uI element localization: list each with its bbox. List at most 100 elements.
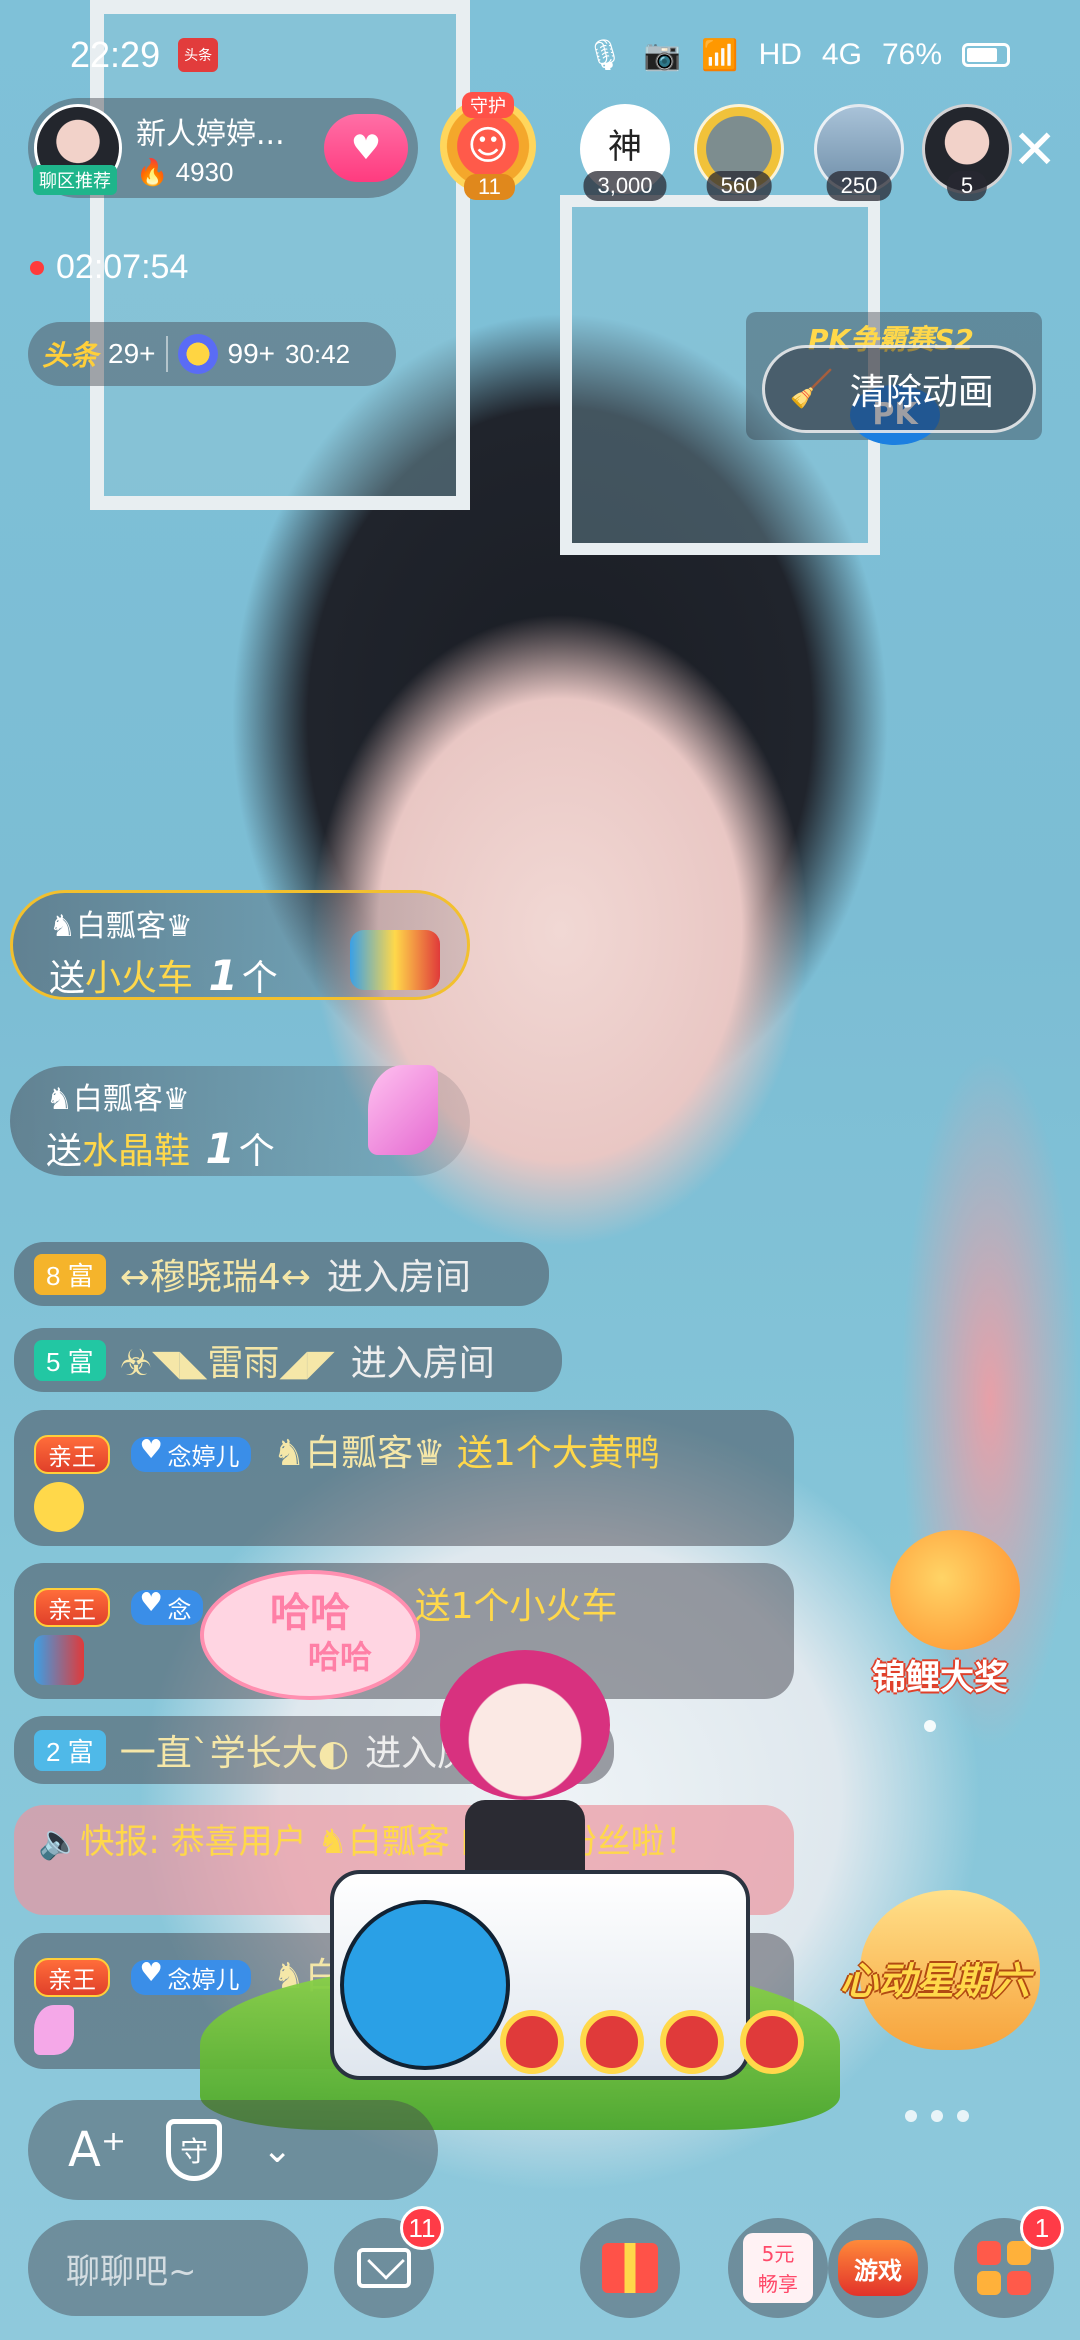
battery-percent: 76% — [881, 38, 942, 71]
app-notification-icon: 头条 — [178, 38, 219, 72]
koi-prize-label: 锦鲤大奖 — [872, 1658, 1008, 1698]
rank-stats-bar[interactable]: 头条 29+ 99+ 30:42 — [28, 322, 396, 386]
status-icons: 🎙 📷 📶 HD 4G 76% — [586, 38, 1010, 73]
signal-type: 4G — [821, 38, 862, 71]
five-yuan-button[interactable]: 5元 畅享 — [728, 2218, 828, 2318]
crystal-shoe-small-icon — [34, 2005, 74, 2055]
guard-count: 11 — [464, 174, 515, 200]
crystal-shoe-gift-icon — [348, 1065, 448, 1175]
star-time: 30:42 — [285, 338, 351, 369]
haha-bubble: 哈哈 哈哈 — [200, 1570, 420, 1700]
prince-badge: 亲王 — [34, 1958, 110, 1997]
gift-prefix: 送 — [49, 958, 86, 999]
gift-name: 水晶鞋 — [82, 1131, 191, 1172]
five-yuan-icon: 5元 畅享 — [743, 2233, 813, 2303]
gift-prefix: 送 — [46, 1131, 83, 1172]
guard-badge[interactable]: ☺ 守护 11 — [440, 92, 540, 200]
wealth-level-badge: 2 富 — [34, 1729, 106, 1771]
host-heat: 🔥 4930 — [136, 157, 285, 188]
toutiao-logo-icon: 头条 — [42, 340, 99, 371]
host-heat-value: 4930 — [175, 156, 234, 187]
host-name: 新人婷婷... — [136, 116, 285, 152]
rank-avatar-4[interactable]: 5 — [922, 104, 1012, 201]
mic-icon: 🎙 — [585, 38, 624, 72]
chat-nickname[interactable]: ↔穆晓瑞4↔ — [120, 1248, 311, 1300]
fan-badge: 念婷儿 — [131, 1958, 252, 1995]
gift-unit: 个 — [238, 1131, 275, 1172]
clear-animation-button[interactable]: 🧹 清除动画 — [762, 345, 1036, 433]
rank-avatar-2[interactable]: 560 — [694, 104, 784, 201]
gift-count: 1 — [205, 1124, 235, 1173]
rank-count-1: 3,000 — [583, 171, 667, 201]
gift-animation-wheels — [500, 2010, 804, 2074]
battery-icon — [962, 43, 1010, 67]
fan-badge: 念 — [131, 1588, 204, 1625]
live-room-screen: 22:29 头条 🎙 📷 📶 HD 4G 76% 聊区推荐 新人婷婷... 🔥 … — [0, 0, 1080, 2340]
live-dot-icon — [30, 260, 44, 275]
haha-text-2: 哈哈 — [307, 1638, 372, 1676]
yellow-duck-gift-icon — [34, 1482, 84, 1532]
rank-avatar-1[interactable]: 神 3,000 — [580, 104, 670, 201]
haha-text: 哈哈 — [270, 1590, 350, 1636]
gift-unit: 个 — [241, 958, 278, 999]
star-icon — [177, 334, 218, 374]
promo-pagination — [905, 2110, 969, 2122]
chat-enter-message[interactable]: 8 富 ↔穆晓瑞4↔ 进入房间 — [14, 1242, 549, 1306]
chat-row: 亲王 念婷儿 ♞白瓢客♛ 送1个大黄鸭 — [34, 1424, 660, 1476]
rank-avatar-3[interactable]: 250 — [814, 104, 904, 201]
follow-heart-button[interactable]: ♥ — [324, 114, 408, 182]
mail-button[interactable]: 11 — [334, 2206, 444, 2318]
game-button[interactable]: 游戏 — [828, 2218, 928, 2318]
guard-shield-icon[interactable]: 守 — [166, 2119, 223, 2181]
prince-badge: 亲王 — [34, 1435, 110, 1474]
status-time: 22:29 — [70, 34, 161, 75]
toutiao-rank: 29+ — [108, 338, 156, 369]
fire-icon: 🔥 — [136, 156, 169, 187]
rank-count-4: 5 — [946, 171, 988, 201]
chat-input[interactable]: 聊聊吧~ — [28, 2220, 308, 2316]
close-icon[interactable]: ✕ — [1012, 118, 1057, 181]
chat-enter-message[interactable]: 5 富 ☣◥◣雷雨◢◤ 进入房间 — [14, 1328, 562, 1392]
game-icon: 游戏 — [838, 2240, 918, 2296]
chat-gift-text: 送1个大黄鸭 — [456, 1433, 660, 1474]
chat-gift-message[interactable]: 亲王 念婷儿 ♞白瓢客♛ 送1个大黄鸭 — [14, 1410, 794, 1546]
gift-count: 1 — [208, 951, 238, 1000]
font-size-icon[interactable]: A⁺ — [68, 2122, 126, 2178]
gift-button[interactable] — [580, 2218, 680, 2318]
fan-badge: 念婷儿 — [131, 1435, 252, 1472]
wealth-level-badge: 8 富 — [34, 1253, 106, 1295]
more-apps-count-badge: 1 — [1020, 2206, 1064, 2250]
host-tag: 聊区推荐 — [33, 165, 117, 195]
toy-train-small-icon — [34, 1635, 84, 1685]
koi-prize-promo[interactable]: 锦鲤大奖 — [860, 1530, 1060, 1730]
rank-count-2: 560 — [706, 171, 772, 201]
camera-icon: 📷 — [643, 38, 682, 72]
chat-enter-text: 进入房间 — [350, 1343, 495, 1384]
host-info: 新人婷婷... 🔥 4930 — [136, 109, 285, 188]
wealth-level-badge: 5 富 — [34, 1339, 106, 1381]
five-yuan-sub: 畅享 — [758, 2272, 798, 2296]
chat-nickname[interactable]: 一直`学长大◐ — [120, 1724, 349, 1776]
guard-label: 守护 — [462, 92, 514, 118]
heart-saturday-label: 心动星期六 — [840, 1959, 1031, 2003]
apps-grid-icon — [977, 2241, 1031, 2295]
gift-animation-elephant — [340, 1900, 510, 2070]
more-apps-button[interactable]: 1 — [954, 2206, 1064, 2318]
host-info-bar[interactable]: 聊区推荐 新人婷婷... 🔥 4930 ♥ — [28, 98, 418, 198]
star-rank: 99+ — [227, 338, 276, 369]
promo-page-dot — [924, 1720, 936, 1732]
live-timer: 02:07:54 — [30, 248, 188, 287]
divider — [165, 336, 168, 372]
mail-count-badge: 11 — [400, 2206, 444, 2250]
more-tools-icon[interactable]: ⌄ — [262, 2130, 292, 2171]
chat-nickname[interactable]: ☣◥◣雷雨◢◤ — [120, 1334, 335, 1386]
chat-nickname[interactable]: ♞白瓢客♛ — [273, 1433, 446, 1474]
chat-enter-text: 进入房间 — [326, 1257, 471, 1298]
prince-badge: 亲王 — [34, 1588, 110, 1627]
toy-train-gift-icon — [350, 890, 450, 1000]
winged-heart-icon: ♥ — [350, 128, 382, 168]
clear-animation-label: 清除动画 — [849, 372, 994, 413]
wifi-icon: 📶 — [701, 38, 739, 72]
heart-saturday-promo[interactable]: 心动星期六 — [840, 1890, 1060, 2090]
host-avatar[interactable]: 聊区推荐 — [33, 104, 122, 195]
